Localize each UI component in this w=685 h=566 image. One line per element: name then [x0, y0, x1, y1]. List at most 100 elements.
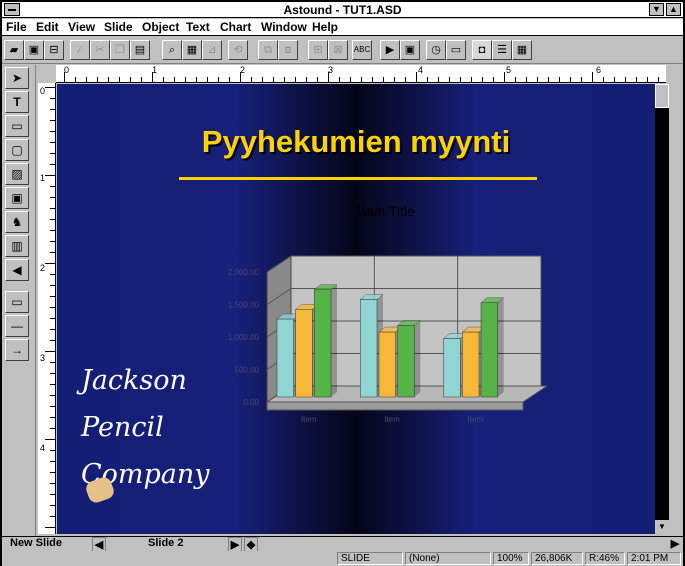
- scroll-thumb[interactable]: [655, 84, 669, 108]
- ruler-tick: [50, 252, 55, 253]
- open-icon[interactable]: ▰: [4, 40, 24, 60]
- prev-slide-button[interactable]: ◀: [92, 537, 106, 552]
- draw-icon[interactable]: ⁄: [70, 40, 90, 60]
- slide-name[interactable]: Slide 2: [148, 537, 183, 549]
- sound-tool-icon[interactable]: ◀: [5, 259, 29, 281]
- ruler-tick: [284, 77, 285, 82]
- status-memory: 26,806K: [531, 552, 583, 565]
- menu-slide[interactable]: Slide: [104, 20, 133, 34]
- ruler-tick: [141, 77, 142, 82]
- vertical-ruler: 0 1 2 3 4: [38, 83, 56, 534]
- paste-icon[interactable]: ▤: [130, 40, 150, 60]
- timer-icon[interactable]: ◷: [426, 40, 446, 60]
- slide-canvas[interactable]: Pyyhekumien myynti Main Title 0.00 500.00…: [57, 84, 655, 534]
- slide-menu-button[interactable]: ◆: [244, 537, 258, 552]
- status-mode: SLIDE: [337, 552, 403, 565]
- ruler-tick: [50, 450, 55, 451]
- chart-bar-side: [497, 297, 504, 397]
- status-selection: (None): [405, 552, 491, 565]
- new-slide-button[interactable]: New Slide: [10, 537, 62, 549]
- ruler-tick: [152, 72, 153, 82]
- text-tool-icon[interactable]: T: [5, 91, 29, 113]
- ruler-tick: [50, 230, 55, 231]
- menu-window[interactable]: Window: [261, 20, 307, 34]
- menu-text[interactable]: Text: [186, 20, 210, 34]
- ruler-tick: [50, 186, 55, 187]
- menu-file[interactable]: File: [6, 20, 27, 34]
- maximize-button[interactable]: ▲: [666, 3, 681, 16]
- ruler-tick: [174, 77, 175, 82]
- group-icon[interactable]: ⧉: [258, 40, 278, 60]
- ruler-tick: [383, 77, 384, 82]
- actor-tool-icon[interactable]: ♞: [5, 211, 29, 233]
- slideshow-icon[interactable]: ▣: [400, 40, 420, 60]
- menu-view[interactable]: View: [68, 20, 95, 34]
- ruler-tick: [50, 120, 55, 121]
- picture-tool-icon[interactable]: ▨: [5, 163, 29, 185]
- slide-view-icon[interactable]: ◘: [472, 40, 492, 60]
- chart-tool-icon[interactable]: ▥: [5, 235, 29, 257]
- zoom-icon[interactable]: ⌕: [162, 40, 182, 60]
- play-icon[interactable]: ▶: [380, 40, 400, 60]
- ruler-tick: [493, 77, 494, 82]
- arrow-tool-icon[interactable]: →: [5, 339, 29, 361]
- fill-tool-icon[interactable]: ▭: [5, 291, 29, 313]
- ruler-tick: [50, 472, 55, 473]
- ruler-tick: [50, 395, 55, 396]
- tool-palette: ➤ T ▭ ▢ ▨ ▣ ♞ ▥ ◀ ▭ — →: [2, 65, 36, 539]
- rounded-rect-tool-icon[interactable]: ▢: [5, 139, 29, 161]
- save-icon[interactable]: ▣: [24, 40, 44, 60]
- ruler-tick: [97, 77, 98, 82]
- ruler-tick: [592, 72, 593, 82]
- copy-icon[interactable]: ❐: [110, 40, 130, 60]
- graph-icon[interactable]: ⊿: [202, 40, 222, 60]
- menu-edit[interactable]: Edit: [36, 20, 59, 34]
- menu-help[interactable]: Help: [312, 20, 338, 34]
- y-tick-label: 0.00: [243, 398, 259, 407]
- vertical-scrollbar[interactable]: ▼: [655, 84, 669, 534]
- ruler-tick: [350, 77, 351, 82]
- ruler-tick: [45, 87, 55, 88]
- ruler-tick: [86, 77, 87, 82]
- print-icon[interactable]: ⊟: [44, 40, 64, 60]
- chart-bar: [480, 302, 498, 398]
- ruler-tick: [658, 77, 659, 82]
- ruler-tick: [50, 274, 55, 275]
- ruler-label: 3: [40, 353, 46, 363]
- rotate-icon[interactable]: ⟲: [228, 40, 248, 60]
- ruler-tick: [50, 219, 55, 220]
- rectangle-tool-icon[interactable]: ▭: [5, 115, 29, 137]
- movie-tool-icon[interactable]: ▣: [5, 187, 29, 209]
- ruler-tick: [108, 77, 109, 82]
- window-icon[interactable]: ▭: [446, 40, 466, 60]
- ruler-tick: [50, 384, 55, 385]
- ruler-tick: [50, 197, 55, 198]
- picture-icon[interactable]: ▦: [182, 40, 202, 60]
- outline-view-icon[interactable]: ☰: [492, 40, 512, 60]
- line-tool-icon[interactable]: —: [5, 315, 29, 337]
- pointer-tool-icon[interactable]: ➤: [5, 67, 29, 89]
- ruler-tick: [317, 77, 318, 82]
- distribute-icon[interactable]: ⊠: [328, 40, 348, 60]
- ungroup-icon[interactable]: ⧈: [278, 40, 298, 60]
- ruler-tick: [50, 109, 55, 110]
- ruler-tick: [515, 77, 516, 82]
- ruler-tick: [50, 406, 55, 407]
- ruler-tick: [416, 72, 417, 82]
- ruler-tick: [119, 77, 120, 82]
- cut-icon[interactable]: ✂: [90, 40, 110, 60]
- sorter-view-icon[interactable]: ▦: [512, 40, 532, 60]
- spellcheck-icon[interactable]: ABC: [352, 40, 372, 60]
- ruler-tick: [372, 77, 373, 82]
- ruler-tick: [295, 77, 296, 82]
- next-slide-button[interactable]: ▶: [228, 537, 242, 552]
- ruler-tick: [471, 77, 472, 82]
- menu-chart[interactable]: Chart: [220, 20, 251, 34]
- menu-object[interactable]: Object: [142, 20, 179, 34]
- chart-bar-side: [331, 284, 337, 397]
- scroll-down-arrow[interactable]: ▼: [655, 520, 669, 534]
- align-icon[interactable]: ⊞: [308, 40, 328, 60]
- company-line-1: Jackson: [81, 365, 187, 396]
- scroll-right-arrow[interactable]: ▶: [669, 537, 681, 550]
- minimize-button[interactable]: ▼: [649, 3, 664, 16]
